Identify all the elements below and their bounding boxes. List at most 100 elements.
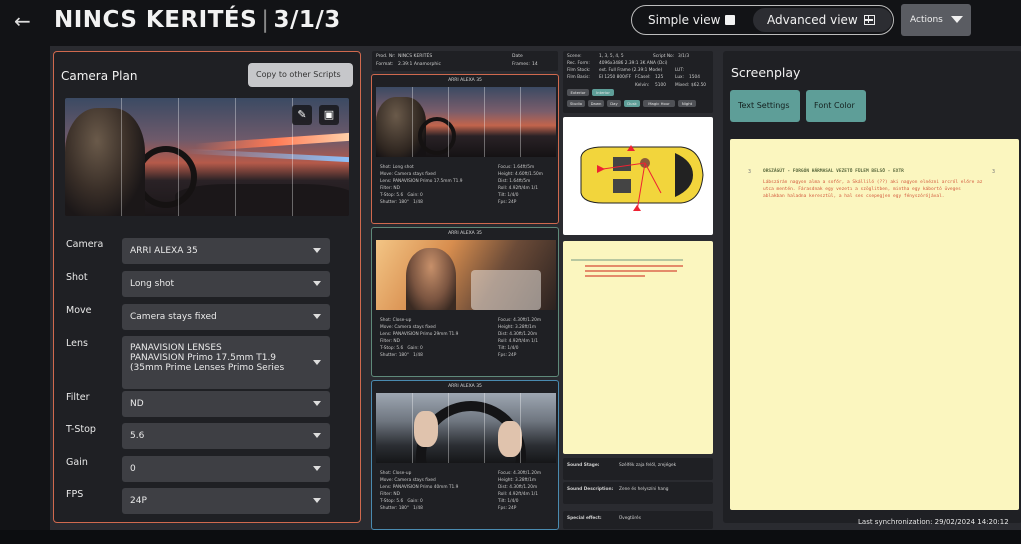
actions-dropdown[interactable]: Actions: [901, 4, 971, 36]
tstop-key: T-Stop:: [380, 499, 395, 504]
move-key: Move:: [380, 172, 393, 177]
shot-key: Shot:: [380, 165, 392, 170]
note-line: [585, 275, 645, 277]
rec-key: Rec. Form:: [567, 61, 590, 66]
filter-value: ND: [393, 186, 400, 191]
gain-value: 0: [420, 346, 423, 351]
lens-value: PANAVISION Primo 40mm T1.9: [392, 485, 459, 490]
height-key: Height:: [498, 478, 514, 483]
light-streak: [184, 148, 349, 163]
simple-view-option[interactable]: Simple view: [648, 13, 736, 27]
tag-dawn[interactable]: Dawn: [588, 100, 604, 107]
fcasel-key: FCasel:: [635, 75, 651, 80]
tag-night[interactable]: Night: [678, 100, 696, 107]
advanced-view-option[interactable]: Advanced view: [753, 8, 892, 32]
rec-value: 4096x3486 2.39:1 3K ANA (Dci): [599, 61, 668, 66]
move-select[interactable]: Camera stays fixed: [122, 304, 330, 330]
shot-card-1[interactable]: ARRI ALEXA 35 Shot: Long shot Move: Came…: [371, 74, 559, 224]
sound-stage-row: Sound Stage: Szélfék zaja felől, zrejége…: [563, 458, 713, 480]
filter-select-value: ND: [130, 399, 144, 409]
tilt-value: 1/4/0: [507, 499, 519, 504]
shot-label: Shot: [66, 272, 88, 283]
camera-select[interactable]: ARRI ALEXA 35: [122, 238, 330, 264]
note-line: [585, 270, 677, 272]
font-color-button[interactable]: Font Color: [806, 90, 866, 122]
shutter-key: Shutter:: [380, 353, 398, 358]
filter-key: Filter:: [380, 492, 393, 497]
sync-timestamp: 29/02/2024 14:20:12: [934, 518, 1009, 526]
roll-value: 4.92ft/4m 1/1: [508, 186, 538, 191]
camera-position-diagram[interactable]: [563, 117, 713, 235]
fps-key: Fps:: [498, 506, 507, 511]
lens-series: (35mm Prime Lenses Primo Series: [130, 363, 285, 373]
shot-select[interactable]: Long shot: [122, 271, 330, 297]
tag-day[interactable]: Day: [607, 100, 621, 107]
script-title: NINCS KERITÉS: [54, 7, 258, 33]
sound-stage-value[interactable]: Szélfék zaja felől, zrejégek: [619, 463, 676, 468]
tag-magic-hour[interactable]: Magic Hour: [643, 100, 675, 107]
scene-path: 3/1/3: [273, 7, 341, 33]
scene-key: Scene:: [567, 54, 582, 59]
shot-thumbnail: [376, 393, 556, 463]
driver-silhouette: [406, 248, 456, 310]
script-note-preview[interactable]: [563, 241, 713, 454]
lens-model: PANAVISION Primo 17.5mm T1.9: [130, 353, 277, 363]
tstop-select[interactable]: 5.6: [122, 423, 330, 449]
filter-key: Filter:: [380, 339, 393, 344]
move-label: Move: [66, 305, 92, 316]
fps-label: FPS: [66, 489, 84, 500]
fps-value: 24P: [508, 353, 517, 358]
move-value: Camera stays fixed: [394, 478, 436, 483]
gain-value: 0: [420, 499, 423, 504]
dist-value: 1.64ft/5m: [509, 179, 531, 184]
screenplay-panel: Screenplay Text Settings Font Color 3 OR…: [723, 51, 1021, 523]
seat-shape: [613, 157, 631, 171]
scene-meta: Scene: 1, 3, 5, 4, 5 Script No: 3/1/3 Re…: [563, 51, 713, 113]
filter-select[interactable]: ND: [122, 391, 330, 417]
shot-value: Close-up: [392, 318, 412, 323]
lens-key: Lens:: [380, 485, 392, 490]
tag-studio[interactable]: Studio: [567, 100, 585, 107]
film-key: Film Stock:: [567, 68, 591, 73]
copy-to-other-scripts-button[interactable]: Copy to other Scripts: [248, 63, 353, 87]
sound-description-row: Sound Description: Zene és helyszíni han…: [563, 482, 713, 504]
film-value: ext. Full Frame (2.39:1 Mode): [599, 68, 663, 73]
brush-icon[interactable]: ✎: [292, 105, 312, 125]
tilt-key: Tilt:: [498, 499, 507, 504]
fps-select[interactable]: 24P: [122, 488, 330, 514]
shot-card-2[interactable]: ARRI ALEXA 35 Shot: Close-up Move: Camer…: [371, 227, 559, 377]
text-settings-button[interactable]: Text Settings: [730, 90, 800, 122]
lens-select[interactable]: PANAVISION LENSES PANAVISION Primo 17.5m…: [122, 336, 330, 389]
tag-interior[interactable]: Interior: [592, 89, 614, 96]
tag-exterior[interactable]: Exterior: [567, 89, 589, 96]
height-key: Height:: [498, 325, 514, 330]
frames-value: 14: [532, 62, 538, 67]
dist-key: Dist:: [498, 179, 508, 184]
script-value: 3/1/3: [678, 54, 690, 59]
back-arrow-icon[interactable]: ←: [14, 9, 31, 33]
roll-value: 4.92ft/4m 1/1: [508, 492, 538, 497]
note-line: [571, 259, 683, 261]
tstop-select-value: 5.6: [130, 431, 145, 441]
chevron-down-icon: [313, 360, 321, 365]
camera-select-value: ARRI ALEXA 35: [130, 246, 198, 256]
shutter-value: 180°: [398, 353, 410, 358]
gain-select[interactable]: 0: [122, 456, 330, 482]
shot-card-3[interactable]: ARRI ALEXA 35 Shot: Close-up Move: Camer…: [371, 380, 559, 530]
height-value: 4.60ft/1.50m: [515, 172, 543, 177]
sound-description-value[interactable]: Zene és helyszíni hang: [619, 487, 668, 492]
simple-view-checkbox-icon[interactable]: [725, 15, 736, 25]
dist-key: Dist:: [498, 485, 508, 490]
tag-dusk[interactable]: Dusk: [624, 100, 640, 107]
tilt-value: 1/4/0: [507, 193, 519, 198]
mixed-value: $62.50: [691, 83, 707, 88]
chevron-down-icon: [313, 401, 321, 406]
special-effect-label: Special effect:: [567, 516, 602, 521]
gain-label: Gain: [66, 457, 88, 468]
iso-value: 1/48: [413, 200, 423, 205]
camera-icon[interactable]: ▣: [319, 105, 339, 125]
move-key: Move:: [380, 325, 393, 330]
screenplay-page[interactable]: 3 ORSZÁGÚT - FORGÓN HÁRMASAL VEZETŐ FÜLE…: [730, 139, 1019, 510]
special-effect-value[interactable]: Üvegtörés: [619, 516, 641, 521]
fps-select-value: 24P: [130, 496, 147, 506]
